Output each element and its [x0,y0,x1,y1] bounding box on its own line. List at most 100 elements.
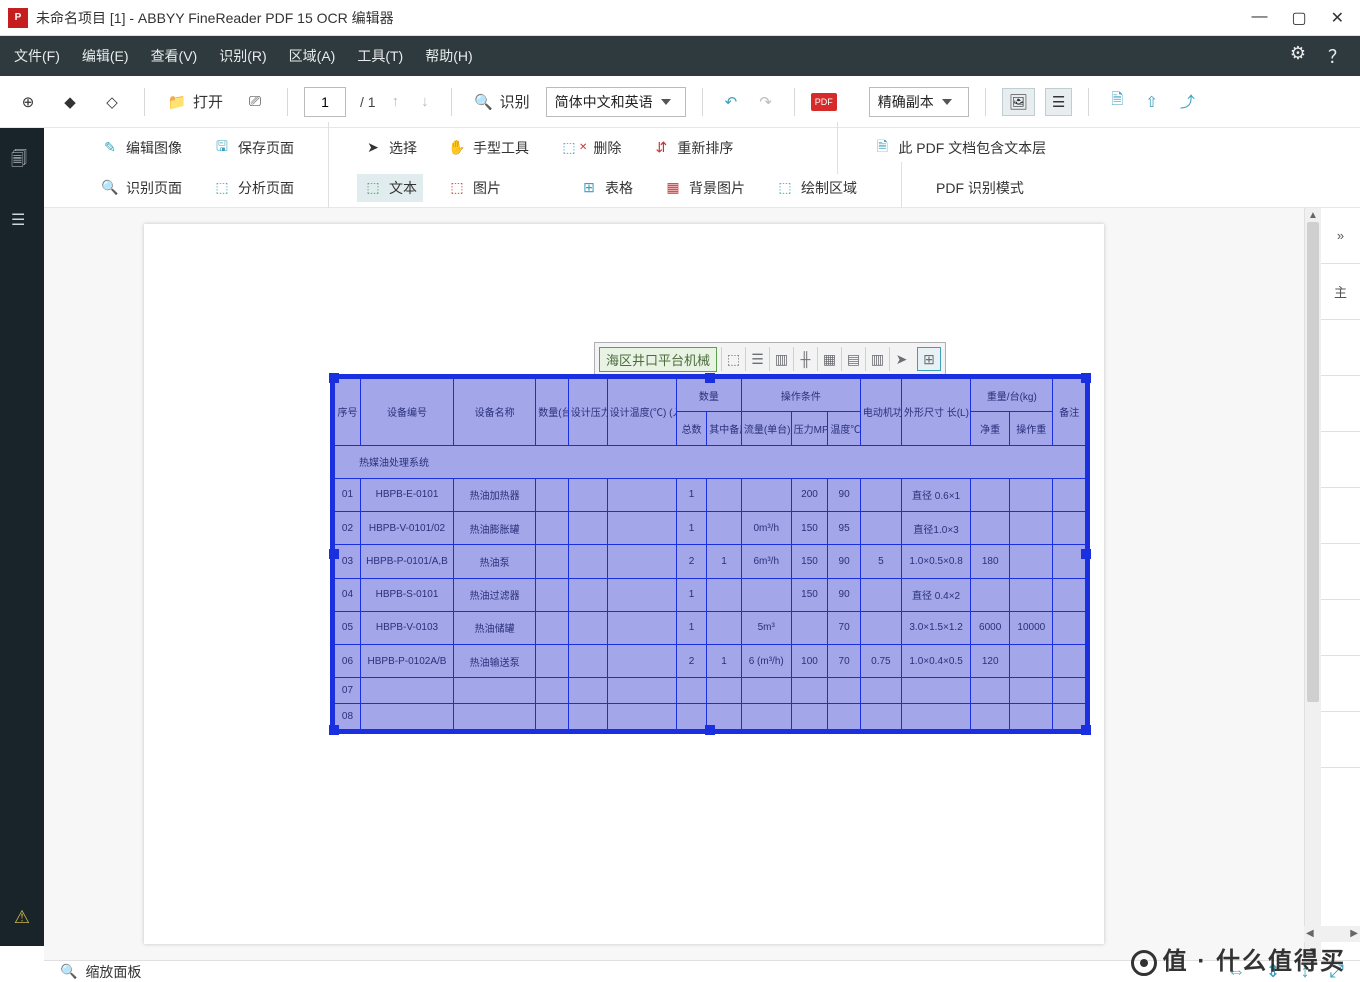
edit-image-button[interactable]: ✎编辑图像 [94,134,188,162]
page-viewport[interactable]: 海区井口平台机械 ⬚ ☰ ▥ ╫ ▦ ▤ ▥ ➤ ⊞ [44,208,1304,960]
cell-icon[interactable]: ▤ [841,347,865,371]
menu-edit[interactable]: 编辑(E) [82,46,129,66]
minimize-button[interactable]: — [1251,8,1267,28]
view-image-icon[interactable]: 🖼 [1002,88,1035,116]
view-text-icon[interactable]: ☰ [1045,88,1072,116]
resize-handle[interactable] [329,725,339,735]
table-area-button[interactable]: ⊞表格 [573,174,639,202]
property-slot[interactable] [1321,600,1360,656]
delete-button[interactable]: ⬚✕删除 [553,134,627,162]
table-cell: 70 [828,611,860,644]
redo-button[interactable]: ↷ [753,89,778,115]
menu-view[interactable]: 查看(V) [151,46,198,66]
image-area-button[interactable]: ⬚图片 [441,174,507,202]
table-cell [707,678,742,704]
layers-up-icon[interactable]: ◆ [54,88,86,116]
menu-tools[interactable]: 工具(T) [357,46,403,66]
zoom-label[interactable]: 缩放面板 [85,962,141,982]
language-value: 简体中文和英语 [555,92,653,112]
table-cell [1053,512,1086,545]
pdf-dropdown[interactable] [847,98,859,106]
split-icon[interactable]: ╫ [793,347,817,371]
recognize-page-button[interactable]: 🔍识别页面 [94,174,188,202]
table-cell: 2 [676,645,706,678]
help-icon[interactable]: ？ [1328,43,1346,69]
pages-panel-icon[interactable]: 🗐 [11,148,33,170]
resize-handle[interactable] [1081,373,1091,383]
export-doc-icon[interactable]: 🗎 [1105,85,1129,118]
table-cell [1010,645,1053,678]
maximize-button[interactable]: ▢ [1291,8,1306,28]
outline-panel-icon[interactable]: ☰ [11,210,33,232]
area-caption-input[interactable]: 海区井口平台机械 [599,347,717,372]
table-cell [901,704,970,730]
undo-button[interactable]: ↶ [719,89,744,115]
pointer-icon[interactable]: ➤ [889,347,913,371]
analyze-page-button[interactable]: ⬚分析页面 [206,174,300,202]
resize-handle[interactable] [329,373,339,383]
menu-file[interactable]: 文件(F) [14,46,60,66]
save-page-button[interactable]: 🖫保存页面 [206,134,300,162]
zoom-icon[interactable]: 🔍 [60,963,77,980]
vertical-scrollbar[interactable]: ▲ ▼ [1305,208,1321,960]
resize-handle[interactable] [1081,725,1091,735]
window-controls: — ▢ ✕ [1251,8,1352,28]
select-tool-button[interactable]: ➤选择 [357,134,423,162]
page-up-button[interactable]: ↑ [386,89,406,114]
settings-icon[interactable]: ⚙ [1290,43,1306,69]
menu-recognize[interactable]: 识别(R) [219,46,266,66]
pdf-icon[interactable]: PDF [811,93,837,111]
grid-icon[interactable]: ⊞ [917,347,941,371]
table-cell [536,704,568,730]
property-slot[interactable] [1321,488,1360,544]
table-cell: 热油膨胀罐 [454,512,536,545]
table-cell [828,704,860,730]
draw-area-button[interactable]: ⬚绘制区域 [769,174,863,202]
pdf-mode-button[interactable]: PDF 识别模式 [930,174,1040,202]
export-up-icon[interactable]: ⇧ [1139,89,1164,115]
close-button[interactable]: ✕ [1331,8,1344,28]
bg-image-area-button[interactable]: ▦背景图片 [657,174,751,202]
property-slot[interactable] [1321,320,1360,376]
resize-handle[interactable] [1081,549,1091,559]
language-combo[interactable]: 简体中文和英语 [546,87,686,117]
page-canvas[interactable]: 海区井口平台机械 ⬚ ☰ ▥ ╫ ▦ ▤ ▥ ➤ ⊞ [144,224,1104,944]
th: 外形尺寸 长(L)× 宽(W)× 高(H)(m) [901,379,970,446]
menu-help[interactable]: 帮助(H) [425,46,472,66]
table-cell [860,512,901,545]
hand-tool-button[interactable]: ✋手型工具 [441,134,535,162]
table-selection-area[interactable]: 序号 设备编号 设备名称 数量(台) 设计压力MPa 设计温度(℃) (入伴/出… [330,374,1090,734]
text-area-button[interactable]: ⬚文本 [357,174,423,202]
table-cell [707,611,742,644]
layers-down-icon[interactable]: ◇ [96,88,128,116]
property-slot[interactable] [1321,544,1360,600]
export-out-icon[interactable]: ⤴ [1174,87,1201,116]
recognize-button[interactable]: 🔍识别 [468,87,536,116]
scroll-up-icon[interactable]: ▲ [1307,210,1319,222]
resize-handle[interactable] [705,373,715,383]
columns-icon[interactable]: ▥ [769,347,793,371]
page-number-input[interactable] [304,87,346,117]
align-left-icon[interactable]: ⬚ [721,347,745,371]
resize-handle[interactable] [705,725,715,735]
new-button[interactable]: ⊕ [12,88,44,116]
cell2-icon[interactable]: ▥ [865,347,889,371]
property-slot[interactable]: » [1321,208,1360,264]
property-slot[interactable] [1321,432,1360,488]
property-slot[interactable] [1321,376,1360,432]
page-down-button[interactable]: ↓ [415,89,435,114]
resize-handle[interactable] [329,549,339,559]
open-button[interactable]: 📁打开 [161,87,229,116]
property-slot[interactable] [1321,656,1360,712]
table-cell: 1 [707,645,742,678]
reorder-button[interactable]: ⇵重新排序 [645,134,739,162]
scrollbar-thumb[interactable] [1307,222,1319,702]
property-slot[interactable] [1321,712,1360,768]
menu-area[interactable]: 区域(A) [289,46,336,66]
merge-icon[interactable]: ▦ [817,347,841,371]
warning-icon[interactable]: ⚠ [14,907,30,928]
mode-combo[interactable]: 精确副本 [869,87,969,117]
align-center-icon[interactable]: ☰ [745,347,769,371]
property-slot[interactable]: 主 [1321,264,1360,320]
scan-button[interactable]: ⎚ [239,88,271,116]
